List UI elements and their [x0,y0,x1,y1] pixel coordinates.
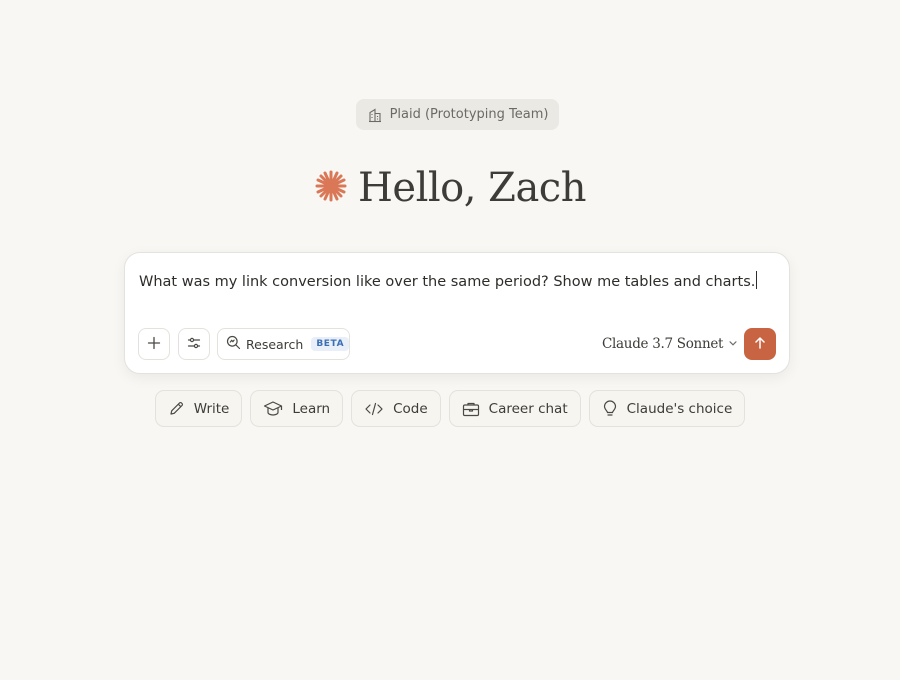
message-input[interactable]: What was my link conversion like over th… [139,271,769,290]
greeting-text: Hello, Zach [358,165,586,211]
org-selector[interactable]: Plaid (Prototyping Team) [356,99,559,130]
chip-label: Career chat [488,400,568,417]
plus-icon [147,335,161,354]
pencil-icon [168,400,185,417]
message-input-value: What was my link conversion like over th… [139,274,756,290]
research-label: Research [246,336,304,352]
add-attachment-button[interactable] [138,328,170,360]
chip-claudes-choice[interactable]: Claude's choice [588,390,746,427]
chip-learn[interactable]: Learn [250,390,344,427]
lightbulb-icon [602,399,618,418]
briefcase-icon [462,401,480,417]
search-zoom-icon [226,335,241,353]
new-chat-page: Plaid (Prototyping Team) Hello, Zach Wha… [0,0,900,680]
composer: What was my link conversion like over th… [124,252,790,374]
building-icon [367,107,383,123]
send-button[interactable] [744,328,776,360]
chip-write[interactable]: Write [154,390,243,427]
claude-spark-icon [314,169,348,207]
chip-label: Write [193,400,230,417]
chevron-down-icon [728,336,738,352]
arrow-up-icon [753,335,767,354]
greeting: Hello, Zach [0,160,900,216]
chip-label: Learn [292,400,331,417]
beta-badge: BETA [311,337,350,351]
sliders-icon [187,335,201,354]
graduation-cap-icon [263,400,283,417]
research-button[interactable]: Research BETA [217,328,350,360]
model-selector[interactable]: Claude 3.7 Sonnet [602,333,738,355]
org-label: Plaid (Prototyping Team) [389,107,549,122]
code-icon [364,401,384,417]
chip-label: Claude's choice [626,400,733,417]
chip-career-chat[interactable]: Career chat [448,390,581,427]
tools-button[interactable] [178,328,210,360]
chip-code[interactable]: Code [351,390,441,427]
chip-label: Code [393,400,428,417]
suggestion-chips: Write Learn Code Career chat Claude's ch… [0,390,900,427]
text-caret [756,271,758,289]
model-label: Claude 3.7 Sonnet [602,336,724,352]
